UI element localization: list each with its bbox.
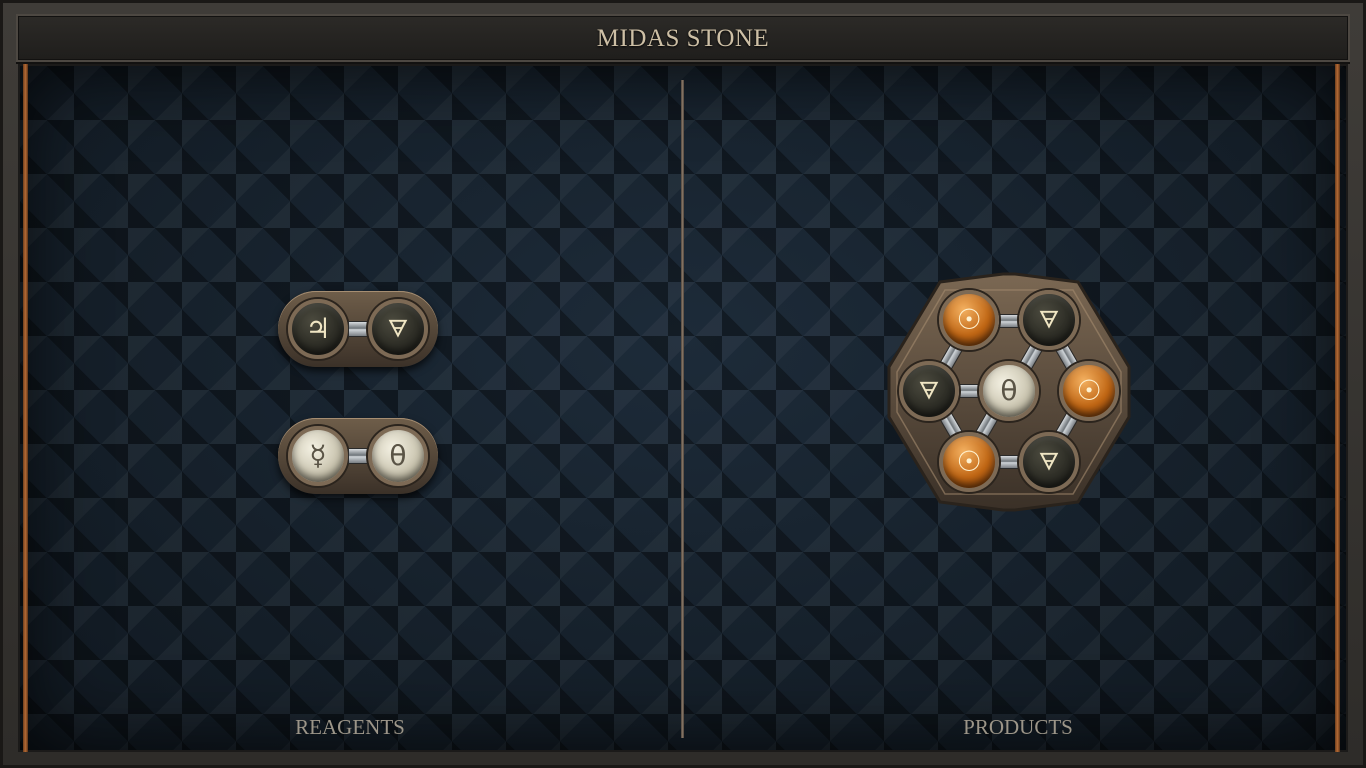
product-molecule[interactable]: ☉ 🜃 🜃 θ ☉ ☉ 🜃 [885,272,1133,512]
atom-tin[interactable]: ♃ [288,299,348,359]
atom-gold[interactable]: ☉ [939,432,999,492]
atom-salt[interactable]: θ [368,426,428,486]
products-label: PRODUCTS [963,715,1073,739]
board-edge-left [23,64,28,752]
atom-quicksilver[interactable]: ☿ [288,426,348,486]
atom-earth[interactable]: 🜃 [1019,432,1079,492]
board-edge-right [1335,64,1340,752]
reagent-molecule-1[interactable]: ♃ 🜃 [278,291,438,367]
atom-gold[interactable]: ☉ [939,290,999,350]
page-title: MIDAS STONE [596,25,770,52]
bond [348,321,368,337]
atom-salt[interactable]: θ [979,361,1039,421]
reagent-molecule-2[interactable]: ☿ θ [278,418,438,494]
panel-divider [681,80,684,738]
atom-earth[interactable]: 🜃 [899,361,959,421]
title-bar: MIDAS STONE [16,14,1350,62]
atom-earth[interactable]: 🜃 [368,299,428,359]
atom-earth[interactable]: 🜃 [1019,290,1079,350]
atom-gold[interactable]: ☉ [1059,361,1119,421]
reagents-label: REAGENTS [295,715,405,739]
bond [348,448,368,464]
